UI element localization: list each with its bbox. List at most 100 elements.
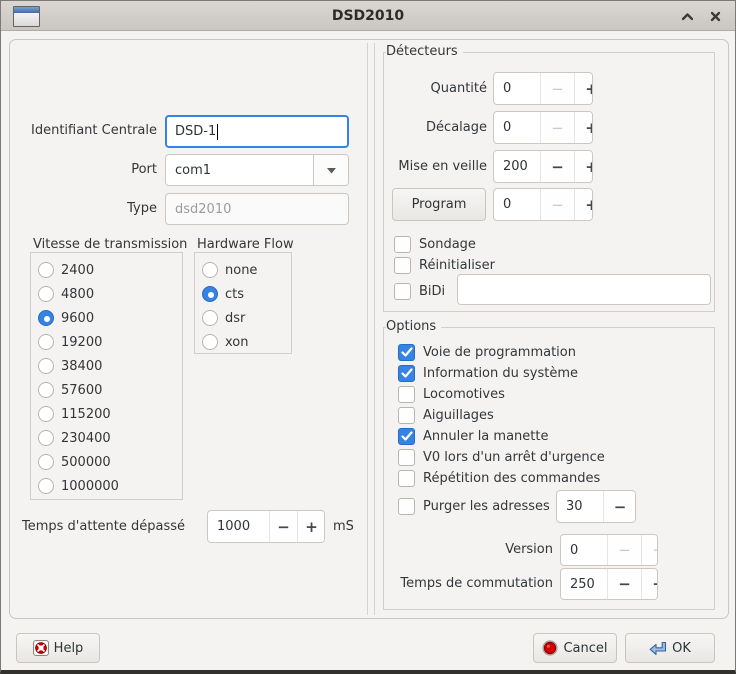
- mise-en-veille-increment-button[interactable]: +: [574, 151, 593, 182]
- speed-radio-group: 2400 4800 96001920038400 57600 115200 2304005…: [38, 258, 182, 498]
- radio-icon: [38, 478, 54, 494]
- option-checkbox-row[interactable]: Annuler la manette: [398, 426, 710, 447]
- radio-option-38400[interactable]: 38400: [38, 354, 182, 378]
- program-increment-button[interactable]: +: [574, 189, 593, 220]
- radio-option-230400[interactable]: 230400: [38, 426, 182, 450]
- help-button-label: Help: [54, 641, 84, 656]
- purge-decrement-button[interactable]: −: [603, 491, 636, 522]
- radio-selected-icon: [38, 310, 54, 326]
- radio-option-label: 115200: [61, 407, 111, 422]
- radio-option-2400[interactable]: 2400: [38, 258, 182, 282]
- radio-option-dsr[interactable]: dsr: [202, 306, 291, 330]
- radio-icon: [38, 286, 54, 302]
- type-value: dsd2010: [175, 202, 231, 217]
- radio-option-none[interactable]: none: [202, 258, 291, 282]
- column-divider: [367, 43, 368, 615]
- program-spinbox[interactable]: 0 − +: [493, 188, 593, 221]
- shade-button[interactable]: [675, 5, 699, 27]
- version-decrement-button: −: [607, 535, 641, 565]
- checkbox-checked-icon: [398, 365, 415, 382]
- ok-return-arrow-icon: [649, 640, 667, 657]
- purger-les-adresses-checkbox-row[interactable]: Purger les adresses: [398, 496, 550, 516]
- detectors-frame: Détecteurs Quantité 0 − + Décalage 0 − +…: [383, 52, 715, 312]
- radio-icon: [202, 334, 218, 350]
- timeout-decrement-button[interactable]: −: [269, 511, 297, 542]
- sondage-checkbox-row[interactable]: Sondage: [394, 234, 476, 254]
- option-checkbox-label: Voie de programmation: [423, 345, 576, 360]
- detectors-frame-title: Détecteurs: [386, 44, 463, 59]
- radio-icon: [38, 358, 54, 374]
- dialog-window: DSD2010 Identifiant Centrale DSD-1 Port …: [0, 0, 736, 674]
- radio-option-label: 57600: [61, 383, 102, 398]
- quantite-increment-button[interactable]: +: [574, 73, 593, 104]
- radio-option-115200[interactable]: 115200: [38, 402, 182, 426]
- quantite-spinbox[interactable]: 0 − +: [493, 72, 593, 105]
- program-button[interactable]: Program: [392, 188, 486, 221]
- radio-option-cts[interactable]: cts: [202, 282, 291, 306]
- port-combobox[interactable]: com1: [165, 154, 349, 186]
- bidi-input[interactable]: [457, 274, 711, 305]
- option-checkbox-row[interactable]: Locomotives: [398, 384, 710, 405]
- quantite-label: Quantité: [384, 72, 487, 105]
- mise-en-veille-spinbox[interactable]: 200 − +: [493, 150, 593, 183]
- port-combobox-value: com1: [166, 155, 313, 185]
- commutation-spinbox[interactable]: 250 − +: [560, 568, 658, 600]
- option-checkbox-row[interactable]: V0 lors d'un arrêt d'urgence: [398, 447, 710, 468]
- radio-option-label: 4800: [61, 287, 94, 302]
- option-checkbox-row[interactable]: Voie de programmation: [398, 342, 710, 363]
- port-combobox-arrow-button[interactable]: [313, 155, 348, 185]
- checkbox-icon: [394, 257, 411, 274]
- ok-button-label: OK: [672, 641, 691, 656]
- option-checkbox-row[interactable]: Répétition des commandes: [398, 468, 710, 489]
- text-cursor: [217, 124, 218, 140]
- checkbox-icon: [398, 498, 415, 515]
- quantite-value: 0: [494, 73, 540, 104]
- help-button[interactable]: Help: [16, 633, 100, 663]
- reinitialiser-checkbox-row[interactable]: Réinitialiser: [394, 255, 495, 275]
- version-increment-button: +: [641, 535, 658, 565]
- option-checkbox-row[interactable]: Information du système: [398, 363, 710, 384]
- mise-en-veille-decrement-button[interactable]: −: [540, 151, 574, 182]
- radio-option-57600[interactable]: 57600: [38, 378, 182, 402]
- option-checkbox-label: Information du système: [423, 366, 578, 381]
- titlebar[interactable]: DSD2010: [1, 1, 735, 31]
- option-checkbox-label: Répétition des commandes: [423, 471, 600, 486]
- identifiant-centrale-input[interactable]: DSD-1: [165, 115, 349, 148]
- window-title: DSD2010: [1, 1, 735, 31]
- option-checkbox-label: V0 lors d'un arrêt d'urgence: [423, 450, 605, 465]
- cancel-button[interactable]: Cancel: [533, 633, 617, 663]
- decalage-increment-button[interactable]: +: [574, 112, 593, 143]
- radio-option-4800[interactable]: 4800: [38, 282, 182, 306]
- close-button[interactable]: [703, 5, 727, 27]
- timeout-spinbox[interactable]: 1000 − +: [207, 510, 325, 543]
- radio-option-19200[interactable]: 19200: [38, 330, 182, 354]
- decalage-spinbox[interactable]: 0 − +: [493, 111, 593, 144]
- checkbox-icon: [398, 386, 415, 403]
- dialog-content: Identifiant Centrale DSD-1 Port com1 Typ…: [1, 31, 735, 670]
- ok-button[interactable]: OK: [625, 633, 715, 663]
- bidi-checkbox-row[interactable]: BiDi: [394, 281, 445, 301]
- settings-panel: Identifiant Centrale DSD-1 Port com1 Typ…: [9, 39, 729, 619]
- options-frame-title: Options: [386, 319, 441, 334]
- commutation-decrement-button[interactable]: −: [607, 569, 641, 599]
- purge-spinbox[interactable]: 30 −: [556, 490, 636, 523]
- radio-icon: [38, 430, 54, 446]
- option-checkbox-label: Locomotives: [423, 387, 505, 402]
- option-checkbox-row[interactable]: Aiguillages: [398, 405, 710, 426]
- option-checkbox-label: Aiguillages: [423, 408, 494, 423]
- type-input: dsd2010: [165, 193, 349, 225]
- timeout-increment-button[interactable]: +: [297, 511, 325, 542]
- port-label: Port: [10, 154, 157, 186]
- radio-option-1000000[interactable]: 1000000: [38, 474, 182, 498]
- commutation-increment-button[interactable]: +: [641, 569, 658, 599]
- timeout-value: 1000: [208, 511, 269, 542]
- radio-option-label: none: [225, 263, 257, 278]
- identifiant-centrale-value: DSD-1: [175, 124, 216, 139]
- chevron-up-icon: [681, 12, 694, 21]
- radio-option-9600[interactable]: 9600: [38, 306, 182, 330]
- radio-option-xon[interactable]: xon: [202, 330, 291, 354]
- radio-option-500000[interactable]: 500000: [38, 450, 182, 474]
- flow-radio-group: none ctsdsrxon: [202, 258, 291, 354]
- column-divider: [374, 43, 375, 615]
- decalage-label: Décalage: [384, 111, 487, 144]
